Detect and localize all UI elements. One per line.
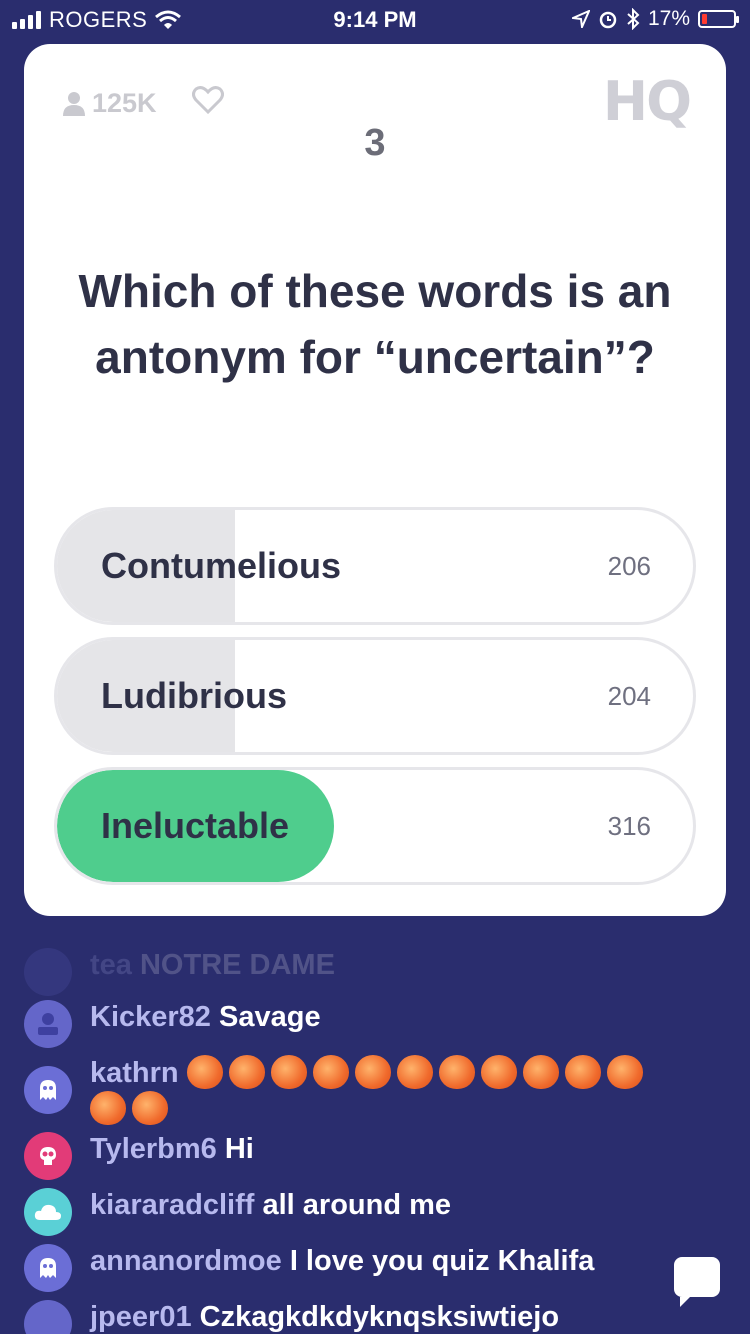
question-text: Which of these words is an antonym for “… — [78, 265, 672, 383]
peach-emoji — [90, 1090, 126, 1125]
heart-icon[interactable] — [192, 86, 224, 114]
peach-emoji — [312, 1055, 349, 1090]
cloud-icon — [34, 1204, 61, 1220]
answer-option-1[interactable]: Contumelious 206 — [54, 507, 696, 625]
peach-emoji — [522, 1055, 559, 1090]
chat-message: Kicker82 Savage — [24, 1000, 650, 1048]
chat-text: Czkagkdkdyknqsksiwtiejo — [199, 1301, 560, 1333]
avatar — [24, 1000, 72, 1048]
peach-emoji — [606, 1055, 643, 1090]
chat-text: I love you quiz Khalifa — [289, 1245, 595, 1277]
chat-text: NOTRE DAME — [139, 949, 335, 981]
chat-text: Hi — [224, 1133, 254, 1165]
peach-emoji — [564, 1055, 601, 1090]
viewer-count: 125K — [62, 88, 157, 119]
chat-username: tea — [90, 949, 132, 981]
avatar — [24, 1300, 72, 1334]
chat-username: jpeer01 — [90, 1301, 192, 1333]
peach-emoji — [270, 1055, 307, 1090]
peach-emoji — [438, 1055, 475, 1090]
chat-username: annanordmoe — [90, 1245, 282, 1277]
chat-username: kiararadcliff — [90, 1189, 255, 1221]
avatar — [24, 1066, 72, 1114]
location-icon — [571, 10, 590, 28]
peach-emoji — [480, 1055, 517, 1090]
answer-count: 316 — [607, 811, 651, 841]
skull-icon — [40, 1147, 56, 1165]
peach-emoji — [396, 1055, 433, 1090]
viewer-count-label: 125K — [92, 88, 157, 118]
chat-message: Tylerbm6 Hi — [24, 1132, 650, 1180]
chat-username: Tylerbm6 — [90, 1133, 217, 1165]
alarm-icon — [599, 11, 617, 29]
user-icon — [63, 91, 85, 116]
chat-message: annanordmoe I love you quiz Khalifa — [24, 1244, 650, 1292]
chat-text: all around me — [262, 1189, 452, 1221]
status-bar: ROGERS 9:14 PM 17% — [0, 0, 750, 40]
answer-label: Ludibrious — [101, 675, 287, 716]
chat-text: Savage — [219, 1001, 321, 1033]
peach-emoji — [354, 1055, 391, 1090]
question-card: 125K HQ 3 Which of these words is an ant… — [24, 44, 726, 916]
battery-percent: 17% — [647, 7, 690, 30]
chat-message: kathrn — [24, 1055, 650, 1127]
chat-bubble-icon[interactable] — [674, 1257, 720, 1307]
answer-option-3[interactable]: Ineluctable 316 — [54, 767, 696, 885]
avatar — [24, 1244, 72, 1292]
answer-label: Ineluctable — [101, 805, 290, 846]
chat-username: kathrn — [90, 1057, 179, 1089]
peach-emoji — [186, 1055, 223, 1090]
question-number: 3 — [364, 122, 386, 164]
chat-message: kiararadcliff all around me — [24, 1188, 650, 1236]
chat-feed: tea NOTRE DAME Kicker82 Savage kathrn Ty… — [0, 930, 750, 1334]
chat-message: jpeer01 Czkagkdkdyknqsksiwtiejo — [24, 1300, 650, 1334]
ghost-icon — [40, 1080, 56, 1100]
answer-count: 206 — [607, 551, 651, 581]
bluetooth-icon — [627, 8, 640, 30]
peach-emoji — [228, 1055, 265, 1090]
answer-option-2[interactable]: Ludibrious 204 — [54, 637, 696, 755]
avatar — [24, 948, 72, 996]
ghost-icon — [40, 1258, 56, 1278]
avatar — [24, 1188, 72, 1236]
answer-label: Contumelious — [101, 545, 341, 586]
chat-message: tea NOTRE DAME — [24, 948, 650, 996]
answer-count: 204 — [607, 681, 651, 711]
avatar — [24, 1132, 72, 1180]
user-icon — [38, 1013, 58, 1035]
battery-icon — [698, 10, 739, 28]
chat-username: Kicker82 — [90, 1001, 211, 1033]
peach-emoji — [132, 1090, 168, 1125]
